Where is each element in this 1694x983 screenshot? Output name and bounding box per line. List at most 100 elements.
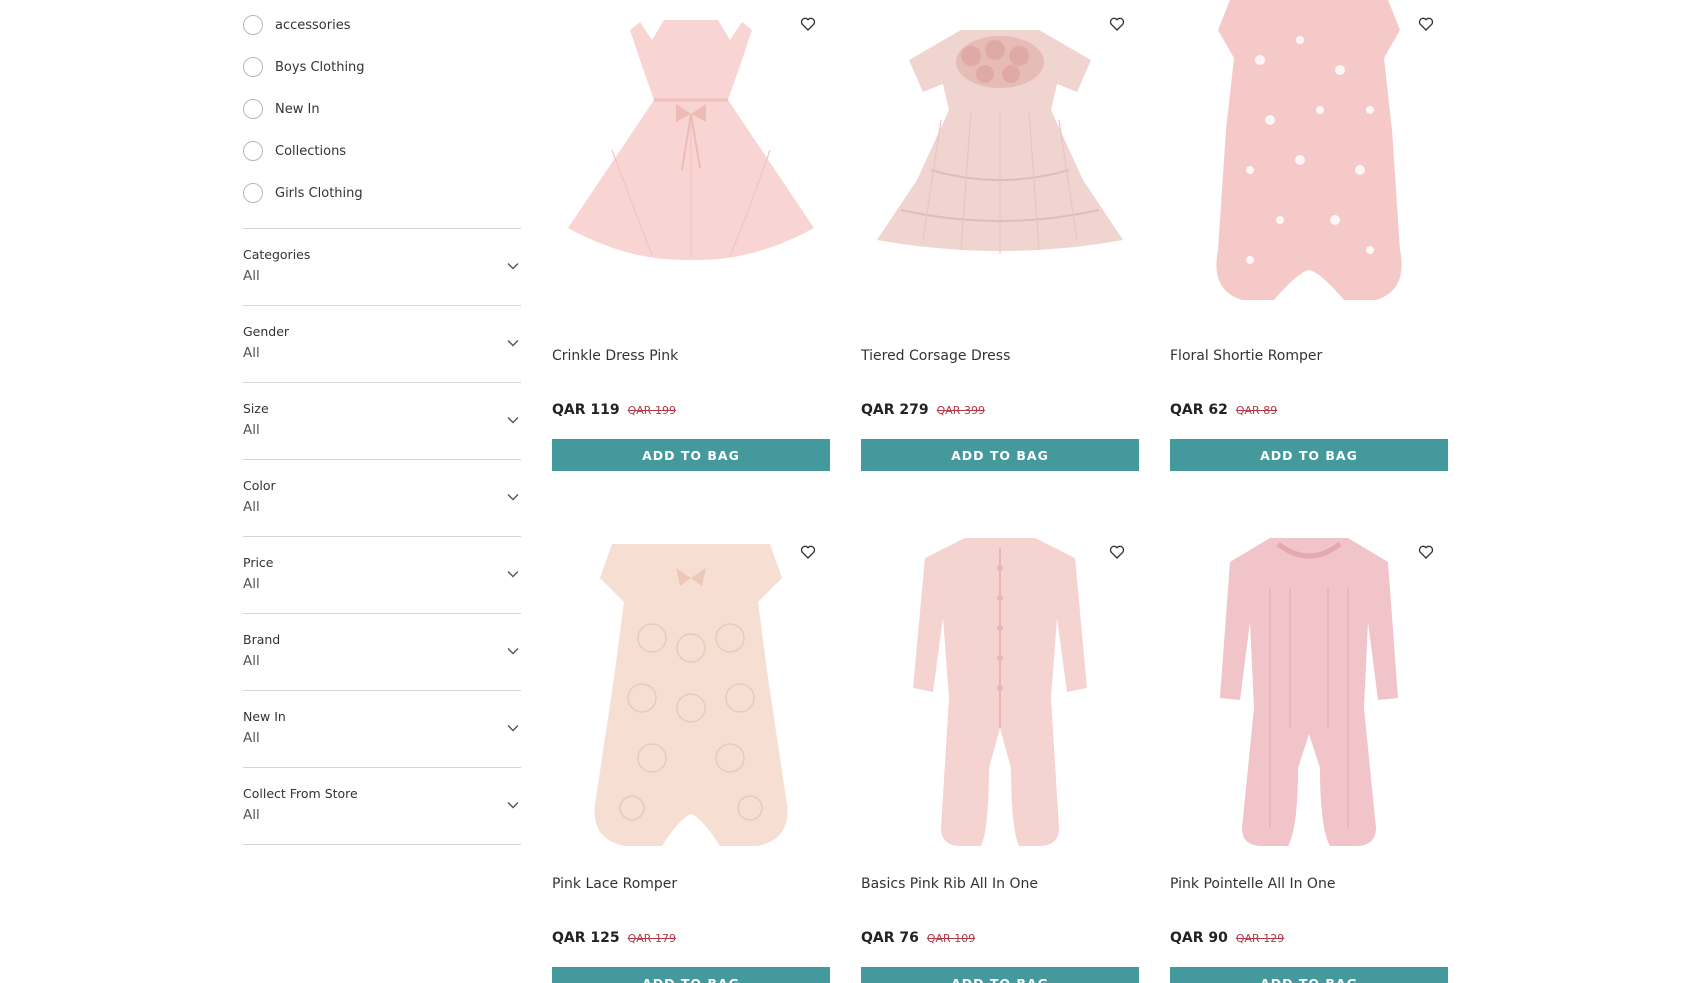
heart-icon[interactable] [1418,544,1434,560]
filter-color[interactable]: Color All [243,460,521,537]
filter-value: All [243,345,260,361]
filter-value: All [243,807,260,823]
original-price: QAR 129 [1235,932,1285,945]
heart-icon[interactable] [1109,16,1125,32]
chevron-down-icon[interactable] [507,647,519,655]
filter-title: Gender [243,324,290,339]
product-name[interactable]: Basics Pink Rib All In One [861,876,1139,896]
heart-icon[interactable] [800,16,816,32]
product-image-area[interactable] [1170,528,1448,848]
price-row: QAR 62 QAR 89 [1170,402,1448,422]
heart-icon[interactable] [800,544,816,560]
filter-size[interactable]: Size All [243,383,521,460]
filter-sidebar: accessories Boys Clothing New In Collect… [243,0,521,845]
filter-new-in[interactable]: New In All [243,691,521,768]
original-price: QAR 109 [926,932,976,945]
original-price: QAR 199 [627,404,676,417]
filter-value: All [243,653,260,669]
product-name[interactable]: Crinkle Dress Pink [552,348,830,368]
radio-option-label: Boys Clothing [275,59,365,75]
radio-option-boys-clothing[interactable]: Boys Clothing [243,46,521,88]
filter-title: Color [243,478,276,493]
product-image[interactable] [861,528,1139,848]
filter-collect-from-store[interactable]: Collect From Store All [243,768,521,845]
filter-title: Categories [243,247,311,262]
filter-title: Collect From Store [243,786,358,801]
chevron-down-icon[interactable] [507,801,519,809]
product-name[interactable]: Floral Shortie Romper [1170,348,1448,368]
price-row: QAR 76 QAR 109 [861,930,1139,950]
radio-option-label: New In [275,101,320,117]
product-image[interactable] [861,0,1139,320]
filter-brand[interactable]: Brand All [243,614,521,691]
filter-categories[interactable]: Categories All [243,229,521,306]
product-image-area[interactable] [552,0,830,320]
product-image[interactable] [552,528,830,848]
radio-circle-icon[interactable] [243,57,263,77]
product-image-area[interactable] [861,528,1139,848]
radio-option-collections[interactable]: Collections [243,130,521,172]
add-to-bag-button[interactable]: ADD TO BAG [552,439,830,471]
radio-circle-icon[interactable] [243,15,263,35]
add-to-bag-button[interactable]: ADD TO BAG [861,439,1139,471]
product-image[interactable] [1170,528,1448,848]
price-row: QAR 125 QAR 179 [552,930,830,950]
filter-gender[interactable]: Gender All [243,306,521,383]
add-to-bag-button[interactable]: ADD TO BAG [552,967,830,983]
radio-option-label: Collections [275,143,347,159]
chevron-down-icon[interactable] [507,339,519,347]
product-image[interactable] [1170,0,1448,320]
sale-price: QAR 125 [552,930,620,946]
product-card[interactable]: Pink Lace Romper QAR 125 QAR 179 ADD TO … [552,528,830,983]
radio-option-label: Girls Clothing [275,185,363,201]
chevron-down-icon[interactable] [507,416,519,424]
product-image-area[interactable] [1170,0,1448,320]
heart-icon[interactable] [1109,544,1125,560]
radio-circle-icon[interactable] [243,183,263,203]
radio-circle-icon[interactable] [243,99,263,119]
price-row: QAR 90 QAR 129 [1170,930,1448,950]
radio-option-accessories[interactable]: accessories [243,4,521,46]
filter-title: Price [243,555,274,570]
chevron-down-icon[interactable] [507,493,519,501]
radio-option-girls-clothing[interactable]: Girls Clothing [243,172,521,214]
price-row: QAR 279 QAR 399 [861,402,1139,422]
product-image-area[interactable] [552,528,830,848]
product-image-area[interactable] [861,0,1139,320]
chevron-down-icon[interactable] [507,570,519,578]
radio-option-label: accessories [275,17,351,33]
filter-title: Brand [243,632,281,647]
original-price: QAR 89 [1235,404,1278,417]
heart-icon[interactable] [1418,16,1434,32]
sale-price: QAR 62 [1170,402,1228,418]
product-image[interactable] [552,0,830,320]
chevron-down-icon[interactable] [507,724,519,732]
sale-price: QAR 90 [1170,930,1228,946]
radio-option-new-in[interactable]: New In [243,88,521,130]
sale-price: QAR 119 [552,402,620,418]
filter-accordion: Categories All Gender All Size All Color… [243,228,521,845]
filter-value: All [243,499,260,515]
original-price: QAR 179 [627,932,676,945]
filter-price[interactable]: Price All [243,537,521,614]
add-to-bag-button[interactable]: ADD TO BAG [1170,439,1448,471]
radio-circle-icon[interactable] [243,141,263,161]
product-card[interactable]: Tiered Corsage Dress QAR 279 QAR 399 ADD… [861,0,1139,471]
product-card[interactable]: Basics Pink Rib All In One QAR 76 QAR 10… [861,528,1139,983]
chevron-down-icon[interactable] [507,262,519,270]
product-name[interactable]: Tiered Corsage Dress [861,348,1139,368]
add-to-bag-button[interactable]: ADD TO BAG [861,967,1139,983]
product-name[interactable]: Pink Pointelle All In One [1170,876,1448,896]
product-card[interactable]: Floral Shortie Romper QAR 62 QAR 89 ADD … [1170,0,1448,471]
product-card[interactable]: Pink Pointelle All In One QAR 90 QAR 129… [1170,528,1448,983]
filter-value: All [243,268,260,284]
filter-value: All [243,576,260,592]
product-card[interactable]: Crinkle Dress Pink QAR 119 QAR 199 ADD T… [552,0,830,471]
category-radio-list: accessories Boys Clothing New In Collect… [243,4,521,214]
price-row: QAR 119 QAR 199 [552,402,830,422]
add-to-bag-button[interactable]: ADD TO BAG [1170,967,1448,983]
product-name[interactable]: Pink Lace Romper [552,876,830,896]
filter-value: All [243,730,260,746]
sale-price: QAR 279 [861,402,929,418]
filter-title: New In [243,709,286,724]
